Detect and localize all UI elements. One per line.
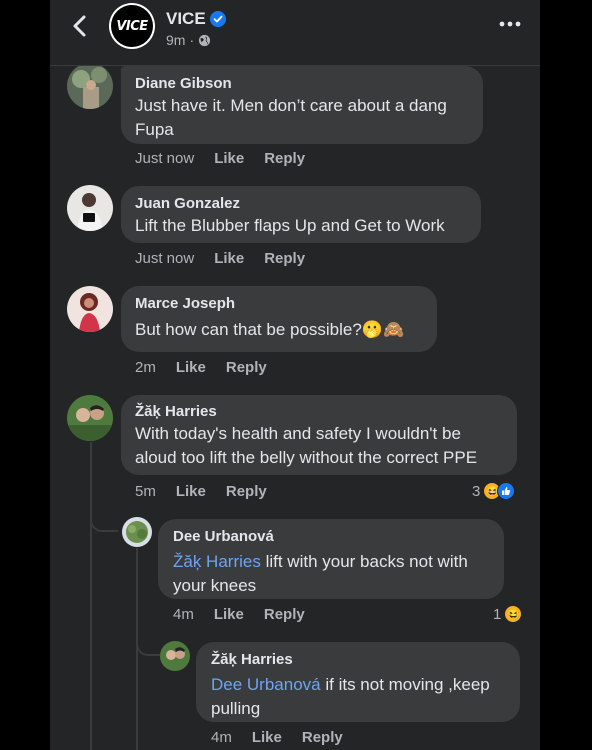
- page-name[interactable]: VICE: [166, 9, 206, 29]
- comment-actions: 5m Like Reply: [135, 483, 267, 500]
- comment-text: But how can that be possible?🫢🙈: [135, 318, 423, 342]
- comment-bubble[interactable]: Marce Joseph But how can that be possibl…: [121, 286, 437, 352]
- thread-connector: [90, 518, 118, 532]
- comment-author[interactable]: Dee Urbanová: [173, 527, 490, 547]
- comment-time[interactable]: 2m: [135, 359, 156, 376]
- comment-author[interactable]: Žăķ Harries: [211, 650, 506, 670]
- reaction-summary[interactable]: 1 😆: [493, 605, 523, 623]
- avatar-diane-gibson[interactable]: [67, 63, 113, 109]
- like-button[interactable]: Like: [252, 729, 282, 746]
- avatar-zak-harries[interactable]: [67, 395, 113, 441]
- avatar-marce-joseph[interactable]: [67, 286, 113, 332]
- comment-bubble[interactable]: Žăķ Harries With today's health and safe…: [121, 395, 517, 475]
- reaction-summary[interactable]: 3 😆: [472, 482, 516, 500]
- comment-time[interactable]: 4m: [173, 606, 194, 623]
- comment-text: Dee Urbanová if its not moving ,keep pul…: [211, 673, 506, 721]
- page-avatar[interactable]: VICE: [109, 3, 155, 49]
- reaction-count: 1: [493, 605, 502, 623]
- like-button[interactable]: Like: [214, 150, 244, 167]
- comment-time[interactable]: Just now: [135, 150, 194, 167]
- avatar-dee-urbanova[interactable]: [122, 517, 152, 547]
- comment-time[interactable]: Just now: [135, 250, 194, 267]
- globe-icon: [199, 34, 211, 46]
- comments-screen: VICE VICE 9m · Diane Gibson Just have it…: [50, 0, 540, 750]
- comment-author[interactable]: Žăķ Harries: [135, 402, 503, 422]
- comment-actions: Just now Like Reply: [135, 250, 305, 267]
- post-meta: 9m ·: [166, 32, 211, 48]
- comment-bubble[interactable]: Dee Urbanová Žăķ Harries lift with your …: [158, 519, 504, 599]
- comment-text: With today's health and safety I wouldn'…: [135, 424, 478, 467]
- post-header: VICE VICE 9m ·: [50, 0, 540, 66]
- reply-button[interactable]: Reply: [226, 359, 267, 376]
- comment-bubble[interactable]: Žăķ Harries Dee Urbanová if its not movi…: [196, 642, 520, 722]
- reaction-count: 3: [472, 482, 481, 500]
- like-button[interactable]: Like: [214, 250, 244, 267]
- comment-bubble[interactable]: Diane Gibson Just have it. Men don’t car…: [121, 66, 483, 144]
- post-time: 9m: [166, 32, 186, 48]
- like-button[interactable]: Like: [214, 606, 244, 623]
- like-reaction-icon: [497, 482, 516, 500]
- avatar-zak-harries-reply[interactable]: [160, 641, 190, 671]
- avatar-juan-gonzalez[interactable]: [67, 185, 113, 231]
- like-button[interactable]: Like: [176, 359, 206, 376]
- reply-button[interactable]: Reply: [226, 483, 267, 500]
- like-button[interactable]: Like: [176, 483, 206, 500]
- haha-reaction-icon: 😆: [504, 605, 523, 623]
- comment-author[interactable]: Juan Gonzalez: [135, 194, 467, 214]
- comment-text: Žăķ Harries lift with your backs not wit…: [173, 550, 490, 598]
- reply-button[interactable]: Reply: [302, 729, 343, 746]
- comment-author[interactable]: Marce Joseph: [135, 294, 423, 314]
- vice-logo: VICE: [116, 18, 148, 34]
- verified-badge-icon: [210, 11, 226, 27]
- mention-link[interactable]: Žăķ Harries: [173, 552, 261, 571]
- comment-text: Lift the Blubber flaps Up and Get to Wor…: [135, 216, 445, 235]
- comment-text: Just have it. Men don’t care about a dan…: [135, 96, 447, 139]
- comment-actions: 4m Like Reply: [173, 606, 305, 623]
- comment-actions: 2m Like Reply: [135, 359, 267, 376]
- thread-line: [90, 442, 92, 750]
- comment-actions: 4m Like Reply: [211, 729, 343, 746]
- emoji-icons: 🫢🙈: [361, 320, 405, 339]
- comment-bubble[interactable]: Juan Gonzalez Lift the Blubber flaps Up …: [121, 186, 481, 243]
- reply-button[interactable]: Reply: [264, 250, 305, 267]
- reply-button[interactable]: Reply: [264, 606, 305, 623]
- comment-time[interactable]: 5m: [135, 483, 156, 500]
- mention-link[interactable]: Dee Urbanová: [211, 675, 321, 694]
- comment-time[interactable]: 4m: [211, 729, 232, 746]
- meta-separator: ·: [189, 32, 195, 48]
- comment-actions: Just now Like Reply: [135, 150, 305, 167]
- back-chevron-icon[interactable]: [70, 14, 90, 38]
- reply-button[interactable]: Reply: [264, 150, 305, 167]
- more-options-icon[interactable]: [498, 14, 522, 34]
- thread-connector-nested: [136, 642, 160, 656]
- comment-author[interactable]: Diane Gibson: [135, 74, 469, 94]
- comment-text-body: But how can that be possible?: [135, 320, 362, 339]
